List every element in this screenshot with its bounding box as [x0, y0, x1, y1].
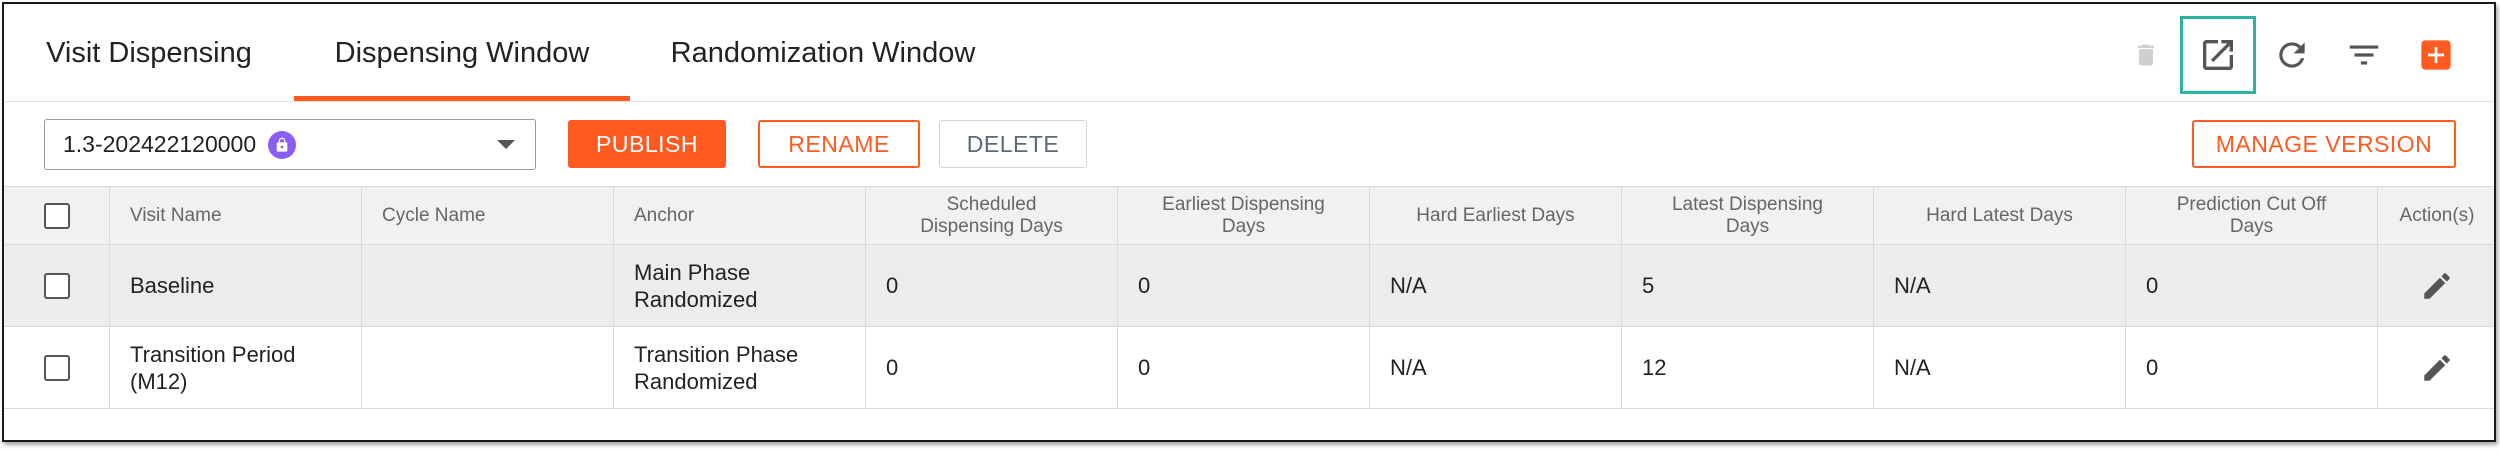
cell-anchor: Main Phase Randomized — [614, 245, 866, 326]
add-button[interactable] — [2406, 24, 2466, 86]
edit-icon[interactable] — [2420, 351, 2454, 385]
cell-actions — [2378, 245, 2494, 326]
table-row: Transition Period (M12) Transition Phase… — [4, 327, 2494, 409]
cell-latest-dispensing-days: 12 — [1622, 327, 1874, 408]
cell-latest-dispensing-days: 5 — [1622, 245, 1874, 326]
table-row: Baseline Main Phase Randomized 0 0 N/A 5… — [4, 245, 2494, 327]
manage-version-button[interactable]: MANAGE VERSION — [2192, 120, 2456, 168]
header-actions: Action(s) — [2399, 204, 2475, 226]
cell-visit-name: Transition Period (M12) — [110, 327, 362, 408]
refresh-button[interactable] — [2262, 24, 2322, 86]
cell-cycle-name — [362, 245, 614, 326]
refresh-icon — [2279, 42, 2305, 68]
tab-bar: Visit Dispensing Dispensing Window Rando… — [4, 4, 2494, 102]
cell-anchor: Transition Phase Randomized — [614, 327, 866, 408]
cell-cycle-name — [362, 327, 614, 408]
open-in-new-button[interactable] — [2180, 16, 2256, 94]
edit-icon[interactable] — [2420, 269, 2454, 303]
header-cycle-name[interactable]: Cycle Name — [362, 187, 614, 244]
lock-icon — [268, 130, 297, 159]
filter-button[interactable] — [2334, 24, 2394, 86]
tab-dispensing-window[interactable]: Dispensing Window — [294, 4, 630, 102]
cell-earliest-dispensing-days: 0 — [1118, 327, 1370, 408]
header-hard-earliest-days[interactable]: Hard Earliest Days — [1370, 187, 1622, 244]
cell-hard-earliest-days: N/A — [1370, 327, 1622, 408]
publish-button[interactable]: PUBLISH — [568, 120, 726, 168]
delete-toolbar-button[interactable] — [2116, 24, 2176, 86]
tab-randomization-window[interactable]: Randomization Window — [630, 4, 1016, 102]
row-checkbox[interactable] — [43, 354, 70, 381]
header-hard-latest-days[interactable]: Hard Latest Days — [1874, 187, 2126, 244]
chevron-down-icon — [497, 140, 515, 149]
cell-earliest-dispensing-days: 0 — [1118, 245, 1370, 326]
trash-icon — [2137, 44, 2155, 66]
delete-button[interactable]: DELETE — [939, 120, 1087, 168]
cell-scheduled-dispensing-days: 0 — [866, 245, 1118, 326]
header-visit-name[interactable]: Visit Name — [110, 187, 362, 244]
version-select[interactable]: 1.3-202422120000 — [44, 119, 536, 170]
row-select-cell — [4, 245, 110, 326]
table-header-row: Visit Name Cycle Name Anchor Scheduled D… — [4, 186, 2494, 245]
header-earliest-dispensing-days[interactable]: Earliest Dispensing Days — [1118, 187, 1370, 244]
header-latest-dispensing-days[interactable]: Latest Dispensing Days — [1622, 187, 1874, 244]
cell-prediction-cut-off-days: 0 — [2126, 245, 2378, 326]
active-tab-indicator — [294, 96, 630, 101]
open-in-new-icon — [2203, 40, 2233, 70]
cell-visit-name: Baseline — [110, 245, 362, 326]
filter-icon — [2349, 45, 2379, 65]
cell-hard-earliest-days: N/A — [1370, 245, 1622, 326]
select-all-cell — [4, 187, 110, 244]
header-scheduled-dispensing-days[interactable]: Scheduled Dispensing Days — [866, 187, 1118, 244]
cell-actions — [2378, 327, 2494, 408]
row-select-cell — [4, 327, 110, 408]
cell-hard-latest-days: N/A — [1874, 245, 2126, 326]
app-frame: Visit Dispensing Dispensing Window Rando… — [2, 2, 2496, 442]
cell-hard-latest-days: N/A — [1874, 327, 2126, 408]
add-icon — [2421, 40, 2451, 70]
header-anchor[interactable]: Anchor — [614, 187, 866, 244]
rename-button[interactable]: RENAME — [758, 120, 920, 168]
cell-scheduled-dispensing-days: 0 — [866, 327, 1118, 408]
header-prediction-cut-off-days[interactable]: Prediction Cut Off Days — [2126, 187, 2378, 244]
row-checkbox[interactable] — [43, 272, 70, 299]
select-all-checkbox[interactable] — [43, 202, 70, 229]
version-select-value: 1.3-202422120000 — [63, 131, 257, 157]
cell-prediction-cut-off-days: 0 — [2126, 327, 2378, 408]
tab-visit-dispensing[interactable]: Visit Dispensing — [4, 4, 294, 102]
